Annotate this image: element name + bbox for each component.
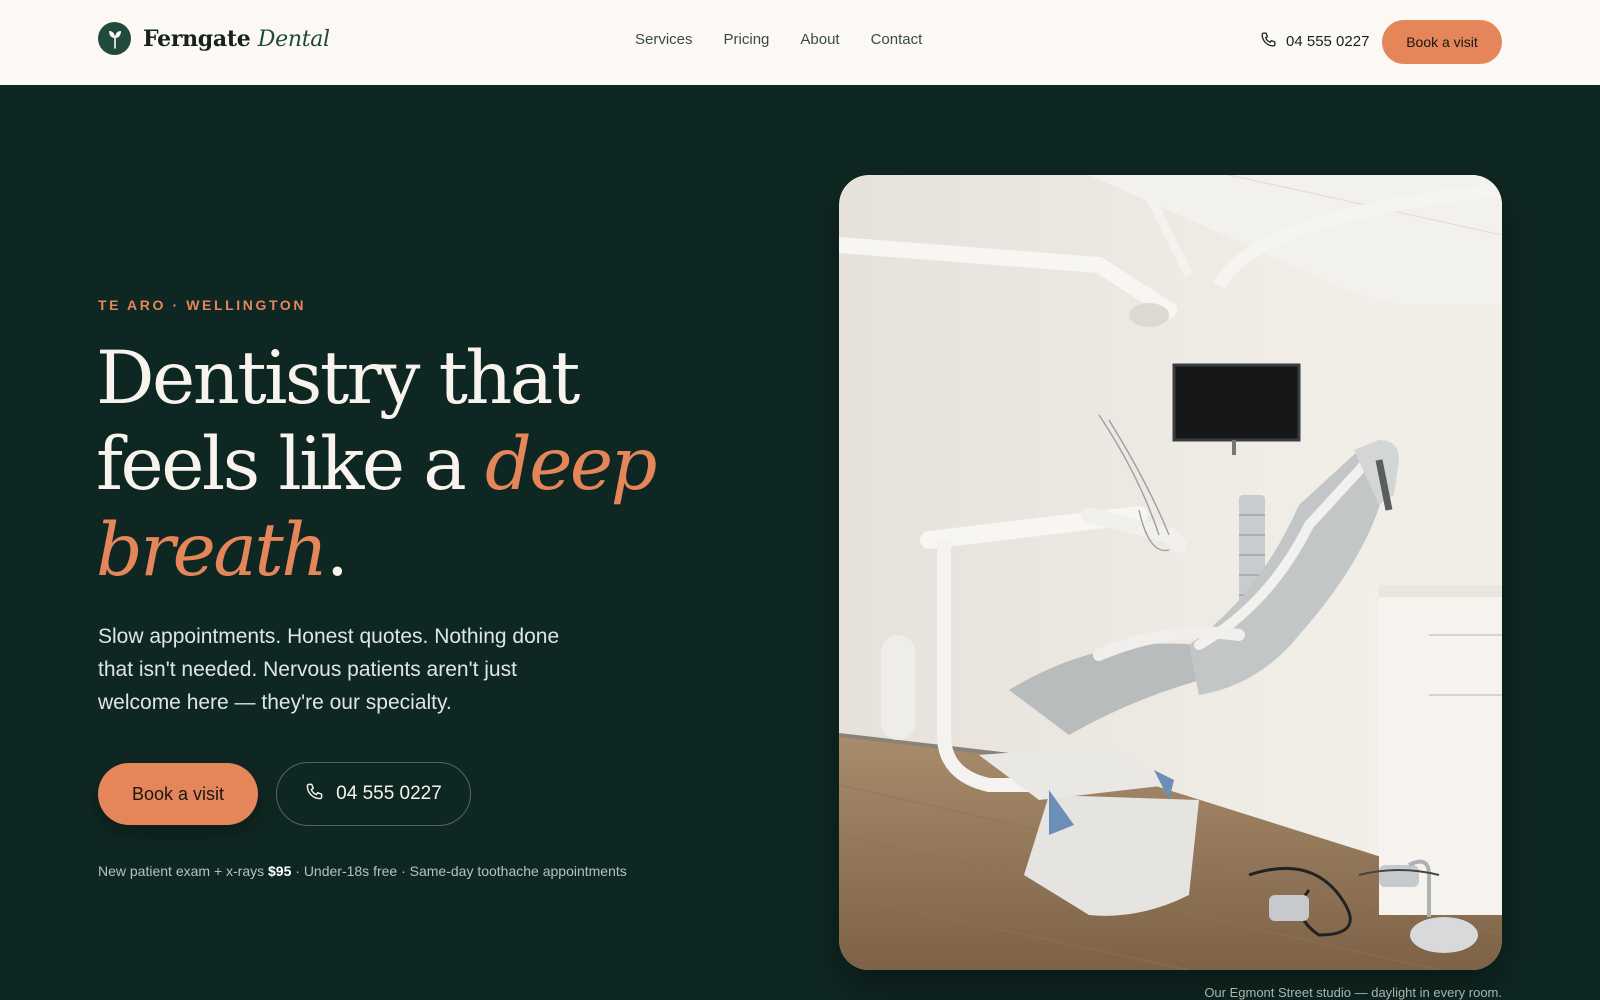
nav-link-pricing[interactable]: Pricing xyxy=(724,31,770,48)
headline-accent-breath: breath xyxy=(96,508,328,593)
hero-headline: Dentistry that feels like a deep breath. xyxy=(96,336,716,594)
pricing-note-tail: · Under-18s free · Same-day toothache ap… xyxy=(291,863,627,879)
main-nav: Services Pricing About Contact xyxy=(635,31,922,48)
headline-line-2: feels like a xyxy=(96,422,485,507)
headline-period: . xyxy=(325,508,349,593)
phone-icon xyxy=(305,782,324,807)
nav-link-about[interactable]: About xyxy=(800,31,839,48)
clinic-photo xyxy=(839,175,1502,970)
site-header: Ferngate Dental Services Pricing About C… xyxy=(0,0,1600,85)
headline-accent-deep: deep xyxy=(485,422,657,507)
header-book-button[interactable]: Book a visit xyxy=(1382,20,1502,64)
brand-name-primary: Ferngate xyxy=(143,25,251,52)
header-phone-link[interactable]: 04 555 0227 xyxy=(1260,31,1369,52)
pricing-note: New patient exam + x-rays $95 · Under-18… xyxy=(98,863,627,879)
sprout-icon xyxy=(98,22,131,55)
hero-book-button[interactable]: Book a visit xyxy=(98,763,258,825)
nav-link-contact[interactable]: Contact xyxy=(871,31,923,48)
phone-icon xyxy=(1260,31,1277,52)
hero-call-button[interactable]: 04 555 0227 xyxy=(276,762,471,826)
brand-logo[interactable]: Ferngate Dental xyxy=(98,22,330,55)
hero-subtext: Slow appointments. Honest quotes. Nothin… xyxy=(98,625,560,714)
photo-caption: Our Egmont Street studio — daylight in e… xyxy=(1204,985,1502,1000)
nav-link-services[interactable]: Services xyxy=(635,31,693,48)
hero-phone-number: 04 555 0227 xyxy=(336,783,442,804)
pricing-note-lead: New patient exam + x-rays xyxy=(98,863,269,879)
pricing-note-price: $95 xyxy=(268,863,292,879)
brand-name: Ferngate Dental xyxy=(143,26,330,52)
headline-line-1: Dentistry that xyxy=(96,336,580,421)
brand-name-secondary: Dental xyxy=(257,26,330,52)
hero-eyebrow: TE ARO · WELLINGTON xyxy=(98,297,307,313)
header-phone-number: 04 555 0227 xyxy=(1286,33,1370,50)
